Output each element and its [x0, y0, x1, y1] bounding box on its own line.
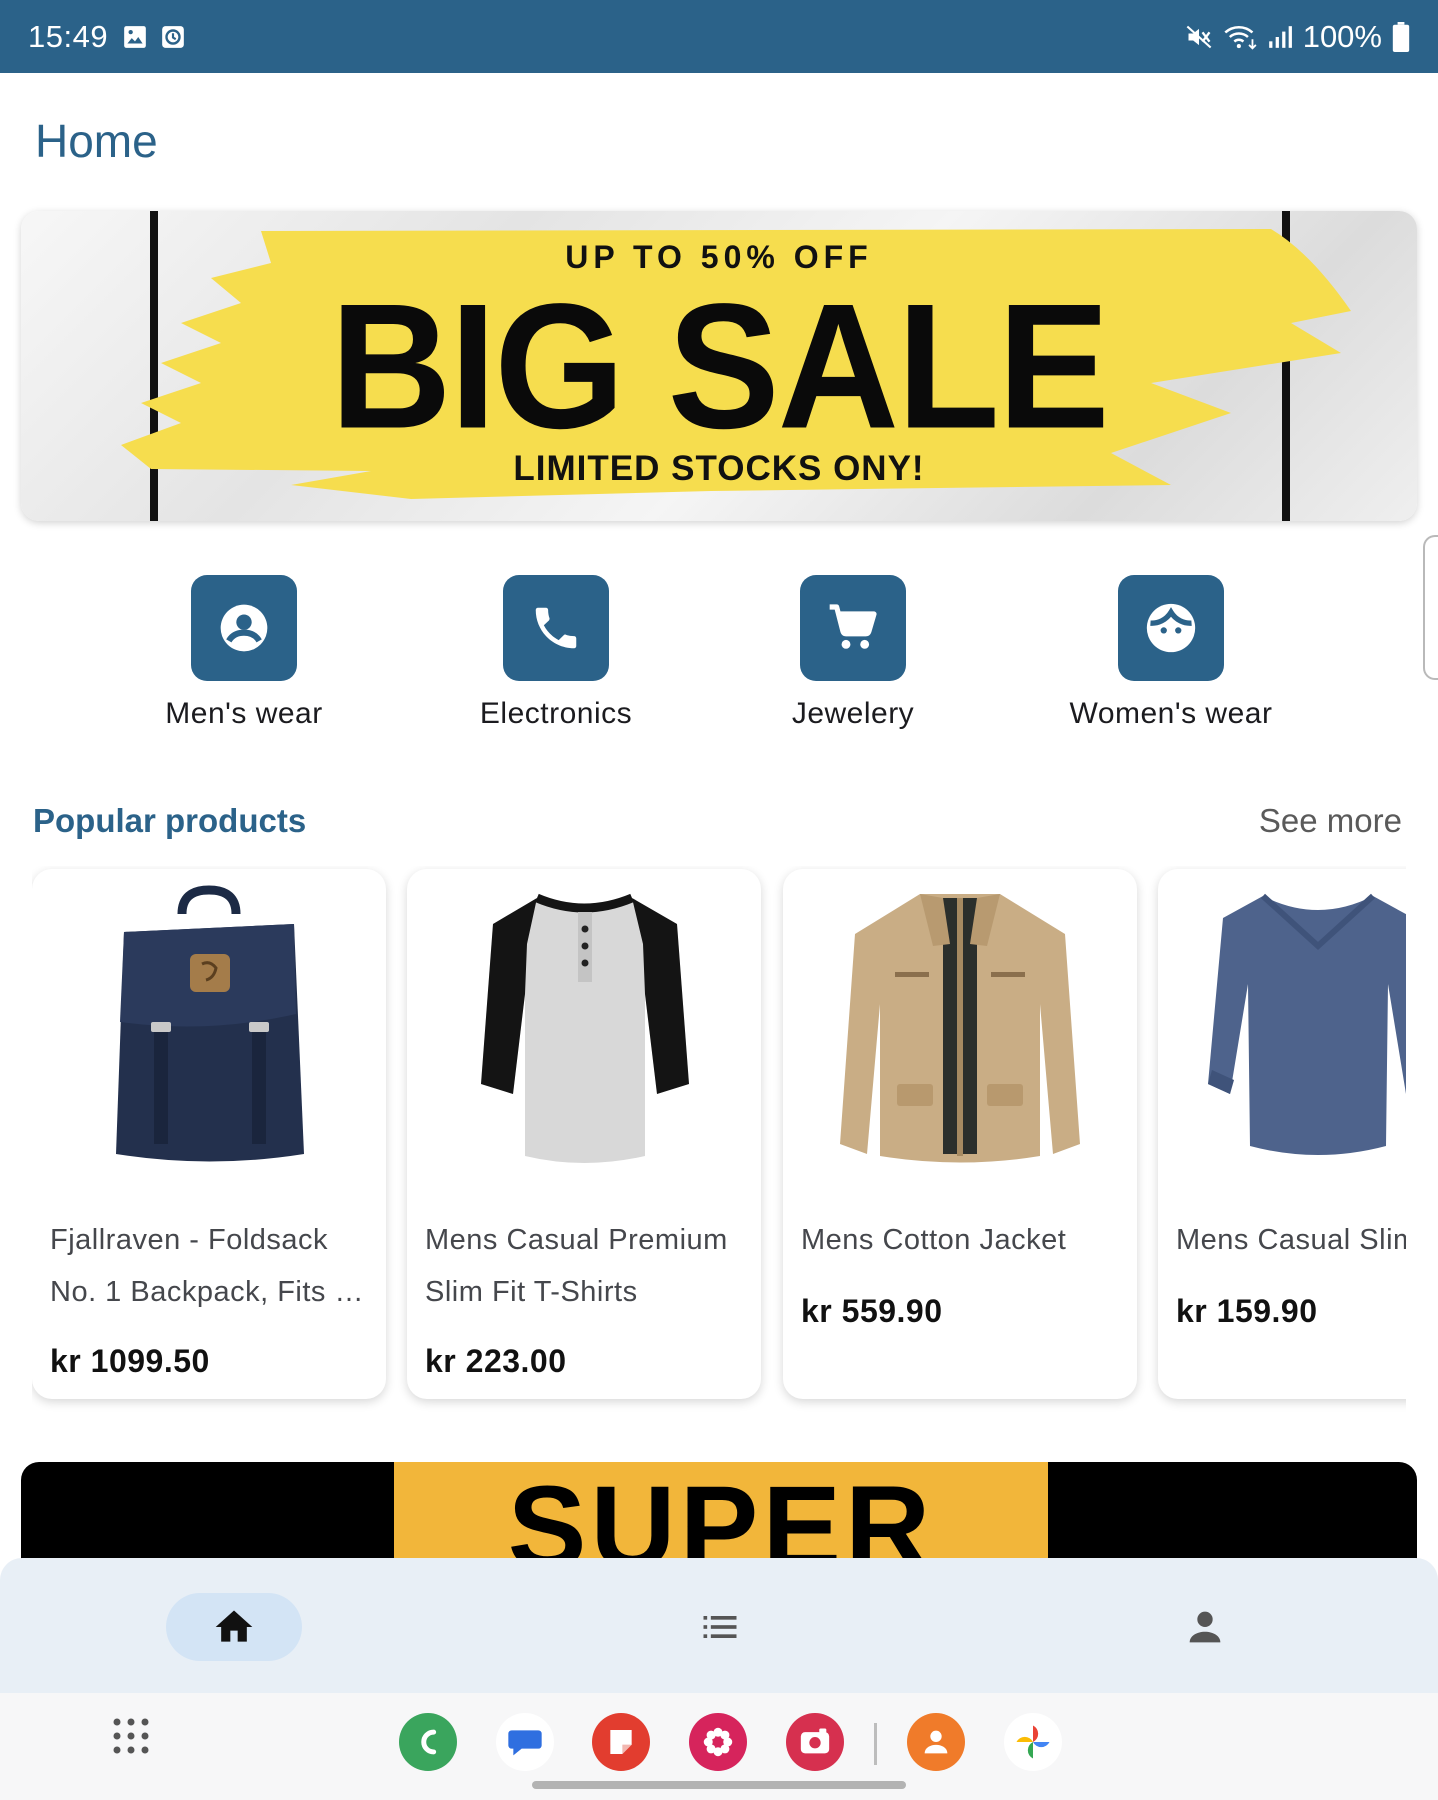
sale-banner[interactable]: UP TO 50% OFF BIG SALE LIMITED STOCKS ON… [21, 211, 1417, 521]
product-price: kr 159.90 [1176, 1293, 1318, 1329]
product-title: Fjallraven - Foldsack No. 1 Backpack, Fi… [50, 1224, 368, 1308]
nav-profile[interactable] [1160, 1593, 1250, 1661]
status-bar: 15:49 100% [0, 0, 1438, 73]
category-label: Men's wear [165, 697, 323, 730]
tshirt-image [407, 881, 761, 1171]
signal-icon [1268, 25, 1292, 48]
image-icon [124, 25, 146, 48]
jacket-image [783, 881, 1137, 1171]
product-price: kr 1099.50 [50, 1343, 210, 1379]
see-more-link[interactable]: See more [1259, 802, 1402, 840]
category-womens-wear[interactable]: Women's wear [1061, 575, 1281, 731]
banner-headline: BIG SALE [330, 266, 1109, 466]
app-drawer-icon[interactable] [112, 1717, 150, 1755]
category-icon-tile [800, 575, 906, 681]
sweater-image [1158, 881, 1406, 1171]
product-card[interactable]: Mens Cotton Jacket kr 559.90 [783, 869, 1137, 1399]
phone-icon [535, 607, 577, 649]
face-icon [1146, 603, 1196, 653]
person-icon [1189, 1611, 1221, 1643]
edge-panel-handle[interactable] [1423, 535, 1438, 680]
dock-separator [874, 1723, 877, 1765]
messages-app-icon[interactable] [496, 1713, 554, 1771]
product-title: Mens Cotton Jacket [801, 1224, 1067, 1256]
bottom-navigation [0, 1558, 1438, 1693]
category-icon-tile [191, 575, 297, 681]
photos-app-icon[interactable] [1004, 1713, 1062, 1771]
battery-percent: 100% [1302, 18, 1382, 54]
category-jewelery[interactable]: Jewelery [743, 575, 963, 731]
mute-icon [1186, 25, 1212, 48]
category-icon-tile [1118, 575, 1224, 681]
products-carousel[interactable]: Fjallraven - Foldsack No. 1 Backpack, Fi… [32, 866, 1406, 1426]
product-title: Mens Casual Premium Slim Fit T-Shirts [425, 1224, 728, 1308]
home-icon [215, 1610, 253, 1642]
nav-list[interactable] [675, 1593, 765, 1661]
shopping-cart-icon [829, 604, 877, 649]
product-card[interactable]: Mens Casual Premium Slim Fit T-Shirts kr… [407, 869, 761, 1399]
contacts-app-icon[interactable] [907, 1713, 965, 1771]
gesture-home-pill[interactable] [532, 1781, 906, 1789]
popular-products-title: Popular products [33, 802, 307, 839]
product-card[interactable]: Fjallraven - Foldsack No. 1 Backpack, Fi… [32, 869, 386, 1399]
category-mens-wear[interactable]: Men's wear [134, 575, 354, 731]
system-dock [0, 1693, 1438, 1800]
notes-app-icon[interactable] [592, 1713, 650, 1771]
product-price: kr 223.00 [425, 1343, 567, 1379]
gallery-app-icon[interactable] [689, 1713, 747, 1771]
page-title: Home [35, 115, 158, 167]
account-circle-icon [220, 604, 268, 652]
wifi-icon [1224, 25, 1257, 50]
list-icon [703, 1616, 737, 1638]
banner-subtext: LIMITED STOCKS ONY! [513, 449, 925, 488]
category-label: Jewelery [791, 697, 915, 730]
product-title: Mens Casual Slim Fit [1176, 1224, 1406, 1256]
nav-home[interactable] [166, 1593, 302, 1661]
backpack-image [32, 881, 386, 1171]
battery-icon [1392, 21, 1410, 52]
category-label: Electronics [479, 697, 633, 730]
clock-icon [162, 25, 184, 48]
category-icon-tile [503, 575, 609, 681]
category-label: Women's wear [1069, 697, 1273, 730]
phone-app-icon[interactable] [399, 1713, 457, 1771]
category-electronics[interactable]: Electronics [446, 575, 666, 731]
camera-app-icon[interactable] [786, 1713, 844, 1771]
product-price: kr 559.90 [801, 1293, 943, 1329]
product-card[interactable]: Mens Casual Slim Fit kr 159.90 [1158, 869, 1406, 1399]
status-time: 15:49 [28, 18, 109, 54]
